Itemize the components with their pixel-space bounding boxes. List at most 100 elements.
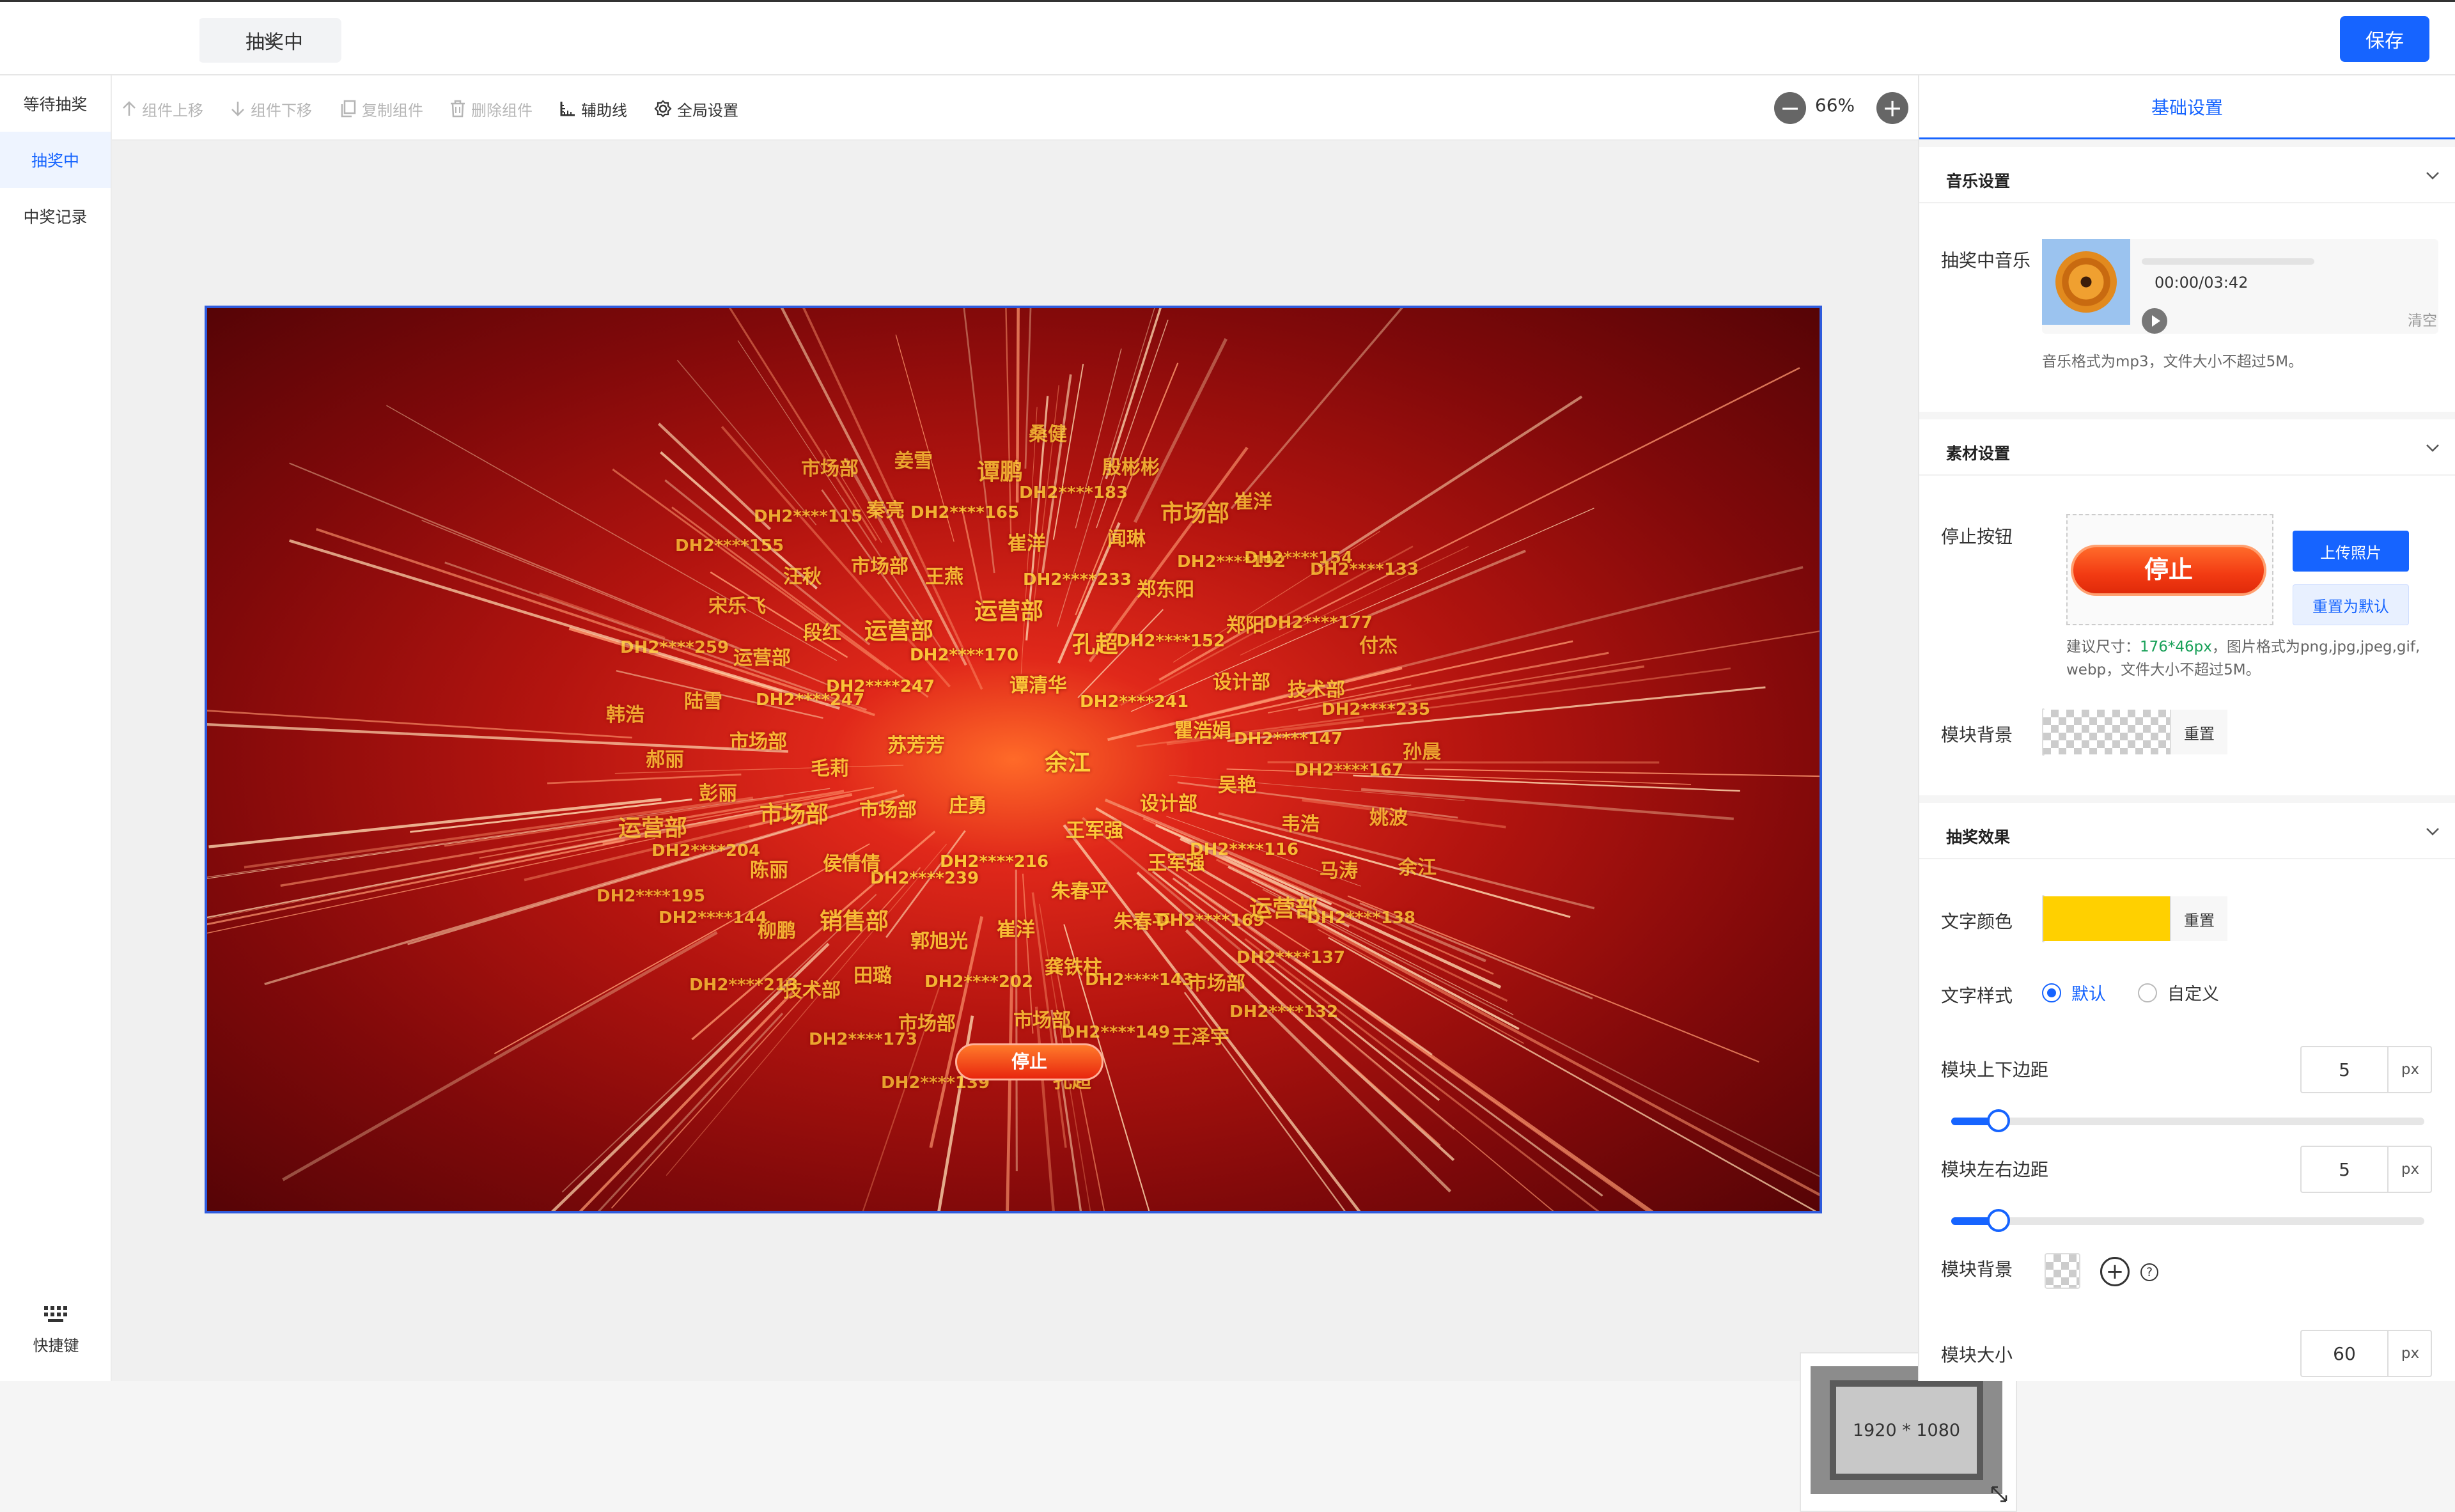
participant-name: DH2****259 [620, 638, 729, 657]
participant-name: 销售部 [820, 903, 889, 936]
light-ray [207, 724, 788, 752]
module-bg-reset-button[interactable]: 重置 [2170, 710, 2227, 754]
move-up-button[interactable]: 组件上移 [121, 97, 203, 120]
upload-photo-button[interactable]: 上传照片 [2293, 531, 2409, 572]
participant-name: 市场部 [1188, 967, 1245, 995]
guide-line-label: 辅助线 [581, 98, 627, 120]
music-clear-button[interactable]: 清空 [2408, 308, 2437, 330]
delete-button[interactable]: 删除组件 [449, 97, 533, 120]
participant-name: 运营部 [864, 612, 933, 646]
zoom-in-button[interactable]: + [1876, 92, 1908, 124]
music-section-title: 音乐设置 [1946, 169, 2010, 192]
tab-basic-settings[interactable]: 基础设置 [1919, 75, 2455, 139]
participant-name: DH2****167 [1295, 761, 1403, 780]
light-ray [1279, 368, 1799, 630]
participant-name: 技术部 [1288, 674, 1345, 702]
vertical-padding-value[interactable]: 5 [2302, 1047, 2387, 1092]
vertical-padding-handle[interactable] [1987, 1109, 2010, 1132]
editor-toolbar: 组件上移 组件下移 复制组件 删除组件 辅助线 全局设置 − 66% + [112, 75, 1918, 141]
participant-name: DH2****202 [924, 972, 1033, 992]
text-color-swatch[interactable] [2043, 896, 2170, 941]
transparent-swatch[interactable] [2043, 710, 2170, 754]
nav-item-records[interactable]: 中奖记录 [0, 188, 111, 244]
move-down-button[interactable]: 组件下移 [230, 97, 312, 120]
participant-name: 秦亮 [866, 494, 905, 522]
light-ray [937, 308, 994, 573]
horizontal-padding-slider[interactable] [1951, 1217, 2424, 1225]
participant-name: 彭丽 [699, 777, 737, 806]
minimap-frame: 1920 * 1080 [1811, 1366, 2002, 1494]
save-button[interactable]: 保存 [2340, 16, 2429, 62]
participant-name: 孔超 [1072, 626, 1118, 659]
participant-name: 段红 [803, 617, 841, 645]
zoom-out-button[interactable]: − [1774, 92, 1806, 124]
participant-name: DH2****147 [1234, 729, 1343, 749]
participant-name: 韩浩 [606, 699, 644, 727]
global-settings-label: 全局设置 [677, 98, 738, 120]
music-progress[interactable] [2142, 258, 2314, 265]
copy-button[interactable]: 复制组件 [340, 97, 423, 120]
effect-section-title: 抽奖效果 [1946, 825, 2010, 848]
participant-name: DH2****173 [809, 1030, 917, 1049]
module-bg-picker[interactable]: 重置 [2042, 708, 2045, 756]
canvas-area: 余江庄勇谭清华王军强苏芳芳DH2****241DH2****216DH2****… [112, 141, 1918, 1381]
text-style-default-radio[interactable]: 默认 [2042, 980, 2106, 1005]
stage-stop-button[interactable]: 停止 [955, 1043, 1103, 1080]
add-icon[interactable]: + [2100, 1257, 2130, 1286]
participant-name: DH2****165 [910, 503, 1019, 522]
nav-item-waiting[interactable]: 等待抽奖 [0, 75, 111, 132]
horizontal-padding-handle[interactable] [1987, 1209, 2010, 1232]
participant-name: 运营部 [618, 809, 687, 843]
effect-section-header[interactable]: 抽奖效果 [1919, 795, 2455, 859]
light-ray [1353, 775, 1740, 791]
light-ray [1296, 913, 1822, 1201]
module-size-value[interactable]: 60 [2302, 1331, 2387, 1376]
text-color-reset-button[interactable]: 重置 [2170, 896, 2227, 941]
horizontal-padding-value[interactable]: 5 [2302, 1147, 2387, 1192]
participant-name: 毛莉 [811, 752, 849, 781]
participant-name: 桑健 [1029, 418, 1067, 446]
participant-name: 姚波 [1369, 802, 1408, 830]
participant-name: 侯倩倩 [823, 848, 880, 876]
material-section-header[interactable]: 素材设置 [1919, 412, 2455, 476]
participant-name: 市场部 [859, 794, 917, 822]
left-nav: 等待抽奖 抽奖中 中奖记录 快捷键 [0, 75, 112, 1381]
stop-button-label: 停止按钮 [1941, 523, 2013, 549]
plus-icon: + [1882, 96, 1903, 120]
text-style-custom-radio[interactable]: 自定义 [2138, 980, 2219, 1005]
play-icon[interactable] [2142, 308, 2167, 334]
vertical-padding-input[interactable]: 5 px [2300, 1046, 2432, 1093]
reset-default-button[interactable]: 重置为默认 [2293, 584, 2409, 625]
music-section-header[interactable]: 音乐设置 [1919, 139, 2455, 203]
vertical-padding-slider[interactable] [1951, 1118, 2424, 1125]
global-settings-button[interactable]: 全局设置 [654, 97, 738, 120]
text-color-label: 文字颜色 [1941, 908, 2013, 933]
participant-name: 瞿浩娟 [1174, 715, 1231, 743]
copy-icon [340, 100, 357, 118]
participant-name: DH2****152 [1116, 632, 1225, 651]
expand-icon[interactable] [1990, 1485, 2008, 1503]
light-ray [290, 541, 840, 708]
shortcut-button[interactable]: 快捷键 [0, 1305, 112, 1355]
text-color-picker[interactable]: 重置 [2042, 895, 2045, 942]
guide-line-button[interactable]: 辅助线 [559, 97, 627, 120]
participant-name: 运营部 [974, 593, 1043, 626]
music-player: 00:00/03:42 清空 [2042, 239, 2438, 334]
horizontal-padding-input[interactable]: 5 px [2300, 1146, 2432, 1193]
participant-name: 市场部 [851, 550, 908, 579]
arrow-down-icon [230, 100, 246, 117]
mode-select[interactable]: 抽奖中 [198, 18, 341, 63]
stop-button-preview[interactable]: 停止 [2066, 514, 2273, 625]
participant-name: 吴艳 [1218, 769, 1256, 797]
effect-module-bg-swatch[interactable] [2045, 1253, 2080, 1289]
stop-button-image: 停止 [2071, 545, 2266, 596]
light-ray [1329, 938, 1822, 1213]
help-icon[interactable]: ? [2140, 1263, 2158, 1281]
module-size-input[interactable]: 60 px [2300, 1330, 2432, 1377]
nav-item-drawing[interactable]: 抽奖中 [0, 132, 111, 188]
participant-name: DH2****177 [1264, 613, 1373, 632]
lottery-stage[interactable]: 余江庄勇谭清华王军强苏芳芳DH2****241DH2****216DH2****… [205, 306, 1822, 1213]
participant-name: DH2****204 [651, 841, 760, 861]
settings-panel: 基础设置 音乐设置 抽奖中音乐 00:00/03:42 清空 音乐格式为mp3，… [1918, 75, 2455, 1381]
module-size-label: 模块大小 [1941, 1341, 2013, 1367]
